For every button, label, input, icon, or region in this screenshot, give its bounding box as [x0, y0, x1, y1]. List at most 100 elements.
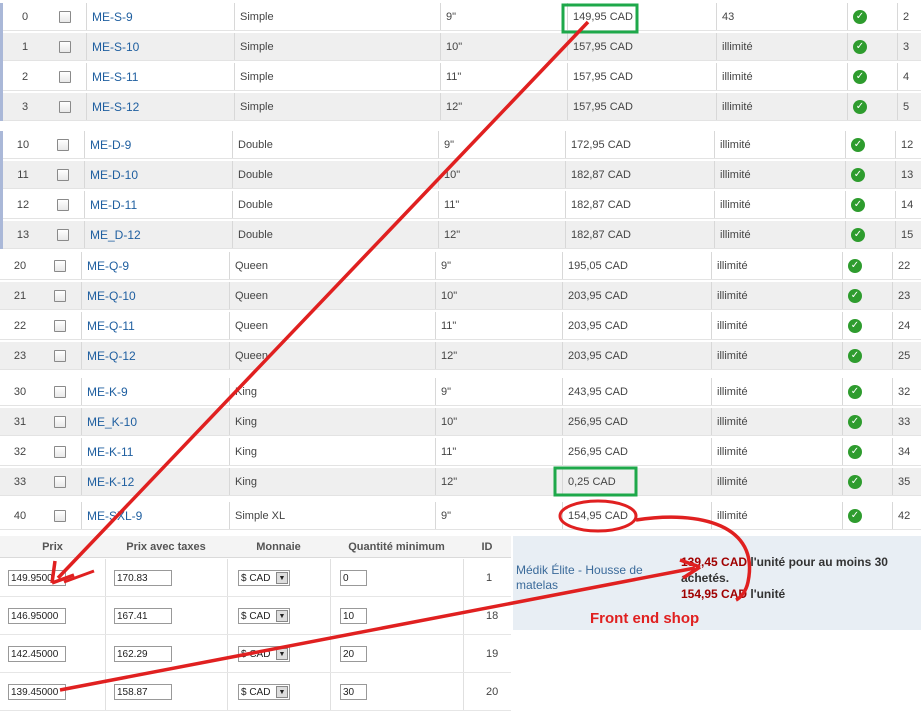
row-sku-link[interactable]: ME-D-10 — [84, 161, 230, 188]
row-sku-link[interactable]: ME_D-12 — [84, 221, 230, 248]
active-check-icon[interactable]: ✓ — [848, 318, 862, 333]
active-check-icon[interactable]: ✓ — [853, 69, 867, 84]
active-check-icon[interactable]: ✓ — [848, 414, 862, 429]
prix-avec-taxes-input[interactable]: 170.83 — [114, 570, 172, 586]
monnaie-select[interactable]: $ CAD ▼ — [238, 608, 290, 624]
table-row[interactable]: 12 ME-D-11 Double 11" 182,87 CAD illimité ✓ 14 — [0, 191, 921, 219]
table-row[interactable]: 21 ME-Q-10 Queen 10" 203,95 CAD illimité ✓ 23 — [0, 282, 921, 310]
active-check-icon[interactable]: ✓ — [848, 288, 862, 303]
prix-input[interactable]: 139.45000 — [8, 684, 66, 700]
table-row[interactable]: 13 ME_D-12 Double 12" 182,87 CAD illimité ✓ 15 — [0, 221, 921, 249]
active-check-icon[interactable]: ✓ — [851, 227, 865, 242]
active-check-icon[interactable]: ✓ — [851, 197, 865, 212]
row-sku-link[interactable]: ME-D-11 — [84, 191, 230, 218]
row-sku-link[interactable]: ME-S-10 — [86, 33, 232, 60]
prix-input[interactable]: 149.9500 — [8, 570, 66, 586]
quantite-minimum-input[interactable]: 30 — [340, 684, 367, 700]
active-check-icon[interactable]: ✓ — [853, 99, 867, 114]
monnaie-select[interactable]: $ CAD ▼ — [238, 570, 290, 586]
active-check-icon[interactable]: ✓ — [851, 167, 865, 182]
chevron-down-icon[interactable]: ▼ — [276, 686, 288, 698]
row-select-checkbox[interactable] — [57, 198, 69, 211]
active-check-icon[interactable]: ✓ — [848, 444, 862, 459]
row-select-checkbox[interactable] — [54, 415, 66, 428]
row-sku-link[interactable]: ME-S-12 — [86, 93, 232, 120]
row-sku-link[interactable]: ME-Q-9 — [81, 252, 227, 279]
table-row[interactable]: 0 ME-S-9 Simple 9" 149,95 CAD 43 ✓ 2 — [0, 3, 921, 31]
row-status: ✓ — [847, 3, 873, 30]
prix-input[interactable]: 142.45000 — [8, 646, 66, 662]
row-price: 157,95 CAD — [567, 93, 673, 120]
row-select-checkbox[interactable] — [54, 385, 66, 398]
row-position: 34 — [892, 438, 918, 465]
row-sku-link[interactable]: ME-S-11 — [86, 63, 232, 90]
row-stock: illimité — [711, 342, 797, 369]
monnaie-select[interactable]: $ CAD ▼ — [238, 646, 290, 662]
monnaie-select-value: $ CAD — [241, 610, 271, 622]
row-select-checkbox[interactable] — [57, 138, 69, 151]
row-select-checkbox[interactable] — [54, 445, 66, 458]
prix-input[interactable]: 146.95000 — [8, 608, 66, 624]
row-sku-link[interactable]: ME_K-10 — [81, 408, 227, 435]
table-row[interactable]: 23 ME-Q-12 Queen 12" 203,95 CAD illimité ✓ 25 — [0, 342, 921, 370]
row-sku-link[interactable]: ME-Q-11 — [81, 312, 227, 339]
column-divider — [463, 635, 464, 672]
row-select-checkbox[interactable] — [59, 40, 71, 53]
row-sku-link[interactable]: ME-D-9 — [84, 131, 230, 158]
row-select-checkbox[interactable] — [59, 100, 71, 113]
row-select-checkbox[interactable] — [59, 10, 71, 23]
row-select-checkbox[interactable] — [54, 475, 66, 488]
chevron-down-icon[interactable]: ▼ — [276, 648, 288, 660]
active-check-icon[interactable]: ✓ — [848, 474, 862, 489]
row-select-checkbox[interactable] — [54, 509, 66, 522]
quantite-minimum-input[interactable]: 20 — [340, 646, 367, 662]
table-row[interactable]: 11 ME-D-10 Double 10" 182,87 CAD illimité ✓ 13 — [0, 161, 921, 189]
row-select-checkbox[interactable] — [57, 228, 69, 241]
shop-base-price: 154,95 CAD — [681, 587, 748, 601]
row-select-checkbox[interactable] — [57, 168, 69, 181]
quantite-minimum-input[interactable]: 0 — [340, 570, 367, 586]
active-check-icon[interactable]: ✓ — [853, 9, 867, 24]
active-check-icon[interactable]: ✓ — [848, 508, 862, 523]
prix-avec-taxes-input[interactable]: 167.41 — [114, 608, 172, 624]
row-select-checkbox[interactable] — [59, 70, 71, 83]
table-row[interactable]: 22 ME-Q-11 Queen 11" 203,95 CAD illimité ✓ 24 — [0, 312, 921, 340]
active-check-icon[interactable]: ✓ — [848, 348, 862, 363]
prix-avec-taxes-input[interactable]: 158.87 — [114, 684, 172, 700]
chevron-down-icon[interactable]: ▼ — [276, 610, 288, 622]
row-select-checkbox[interactable] — [54, 259, 66, 272]
row-sku-link[interactable]: ME-Q-10 — [81, 282, 227, 309]
row-select-checkbox[interactable] — [54, 349, 66, 362]
active-check-icon[interactable]: ✓ — [853, 39, 867, 54]
table-row[interactable]: 40 ME-SXL-9 Simple XL 9" 154,95 CAD illimité ✓… — [0, 502, 921, 530]
active-check-icon[interactable]: ✓ — [848, 258, 862, 273]
table-row[interactable]: 30 ME-K-9 King 9" 243,95 CAD illimité ✓ 32 — [0, 378, 921, 406]
row-position: 22 — [892, 252, 918, 279]
table-row[interactable]: 33 ME-K-12 King 12" 0,25 CAD illimité ✓ 35 — [0, 468, 921, 496]
prix-avec-taxes-input[interactable]: 162.29 — [114, 646, 172, 662]
table-row[interactable]: 31 ME_K-10 King 10" 256,95 CAD illimité ✓ 33 — [0, 408, 921, 436]
table-row[interactable]: 1 ME-S-10 Simple 10" 157,95 CAD illimité ✓ 3 — [0, 33, 921, 61]
active-check-icon[interactable]: ✓ — [851, 137, 865, 152]
row-select-checkbox[interactable] — [54, 319, 66, 332]
row-type: King — [229, 378, 355, 405]
monnaie-select[interactable]: $ CAD ▼ — [238, 684, 290, 700]
table-row[interactable]: 2 ME-S-11 Simple 11" 157,95 CAD illimité ✓ 4 — [0, 63, 921, 91]
table-row[interactable]: 20 ME-Q-9 Queen 9" 195,05 CAD illimité ✓ 22 — [0, 252, 921, 280]
row-sku-link[interactable]: ME-K-11 — [81, 438, 227, 465]
row-select-checkbox[interactable] — [54, 289, 66, 302]
active-check-icon[interactable]: ✓ — [848, 384, 862, 399]
price-tier-table: Prix Prix avec taxes Monnaie Quantité mi… — [0, 536, 511, 713]
table-row[interactable]: 10 ME-D-9 Double 9" 172,95 CAD illimité ✓ 12 — [0, 131, 921, 159]
table-row[interactable]: 32 ME-K-11 King 11" 256,95 CAD illimité ✓ 34 — [0, 438, 921, 466]
row-sku-link[interactable]: ME-Q-12 — [81, 342, 227, 369]
row-sku-link[interactable]: ME-S-9 — [86, 3, 232, 30]
row-sku-link[interactable]: ME-K-12 — [81, 468, 227, 495]
quantite-minimum-input[interactable]: 10 — [340, 608, 367, 624]
table-row[interactable]: 3 ME-S-12 Simple 12" 157,95 CAD illimité ✓ 5 — [0, 93, 921, 121]
row-sku-link[interactable]: ME-K-9 — [81, 378, 227, 405]
row-size: 12" — [435, 342, 521, 369]
chevron-down-icon[interactable]: ▼ — [276, 572, 288, 584]
row-sku-link[interactable]: ME-SXL-9 — [81, 502, 227, 529]
shop-product-name[interactable]: Médik Élite - Housse de matelas — [516, 563, 676, 593]
